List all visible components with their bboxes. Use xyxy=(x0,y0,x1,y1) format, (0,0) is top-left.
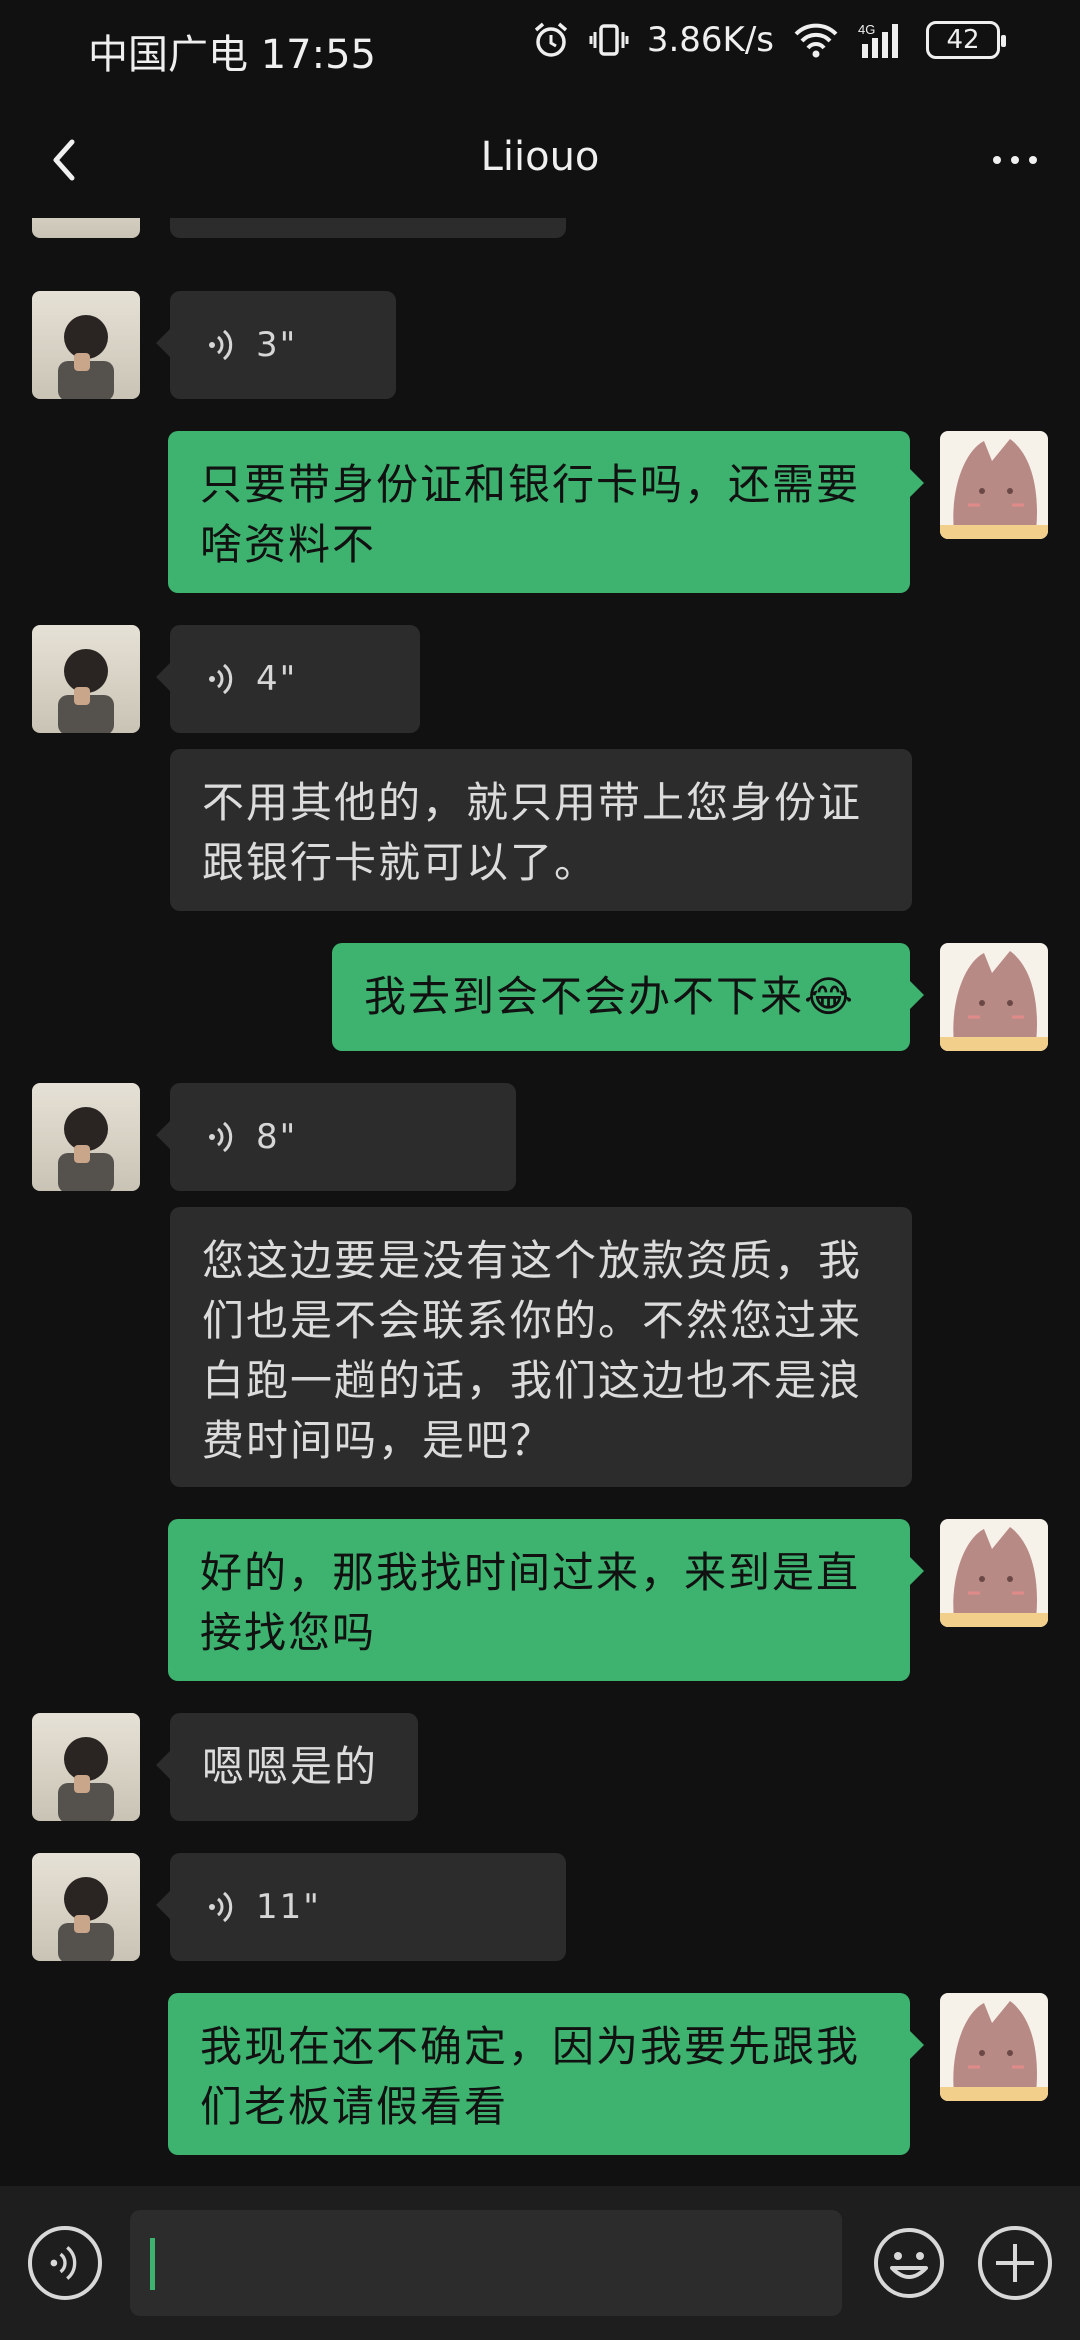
chat-header: Liiouo xyxy=(0,110,1080,210)
outgoing-message-bubble[interactable]: 我现在还不确定，因为我要先跟我们老板请假看看 xyxy=(168,1993,924,2155)
wifi-icon xyxy=(792,20,840,60)
contact-avatar[interactable] xyxy=(32,1713,140,1821)
voice-input-button[interactable] xyxy=(28,2226,102,2300)
my-avatar[interactable] xyxy=(940,1993,1048,2101)
incoming-message-bubble[interactable]: 嗯嗯是的 xyxy=(156,1713,418,1821)
emoji-icon xyxy=(874,2228,944,2298)
contact-avatar[interactable] xyxy=(32,1083,140,1191)
incoming-message-bubble[interactable]: 不用其他的，就只用带上您身份证跟银行卡就可以了。 xyxy=(170,749,912,911)
voice-duration: 3" xyxy=(256,325,298,365)
message-text: 我现在还不确定，因为我要先跟我们老板请假看看 xyxy=(200,2022,861,2131)
message-text: 好的，那我找时间过来，来到是直接找您吗 xyxy=(200,1548,861,1657)
voice-playback-icon xyxy=(209,663,233,695)
contact-avatar[interactable] xyxy=(32,291,140,399)
voice-message[interactable]: 4" xyxy=(156,625,420,733)
plus-icon xyxy=(996,2244,1034,2282)
message-text: 您这边要是没有这个放款资质，我们也是不会联系你的。不然您过来白跑一趟的话，我们这… xyxy=(202,1236,863,1465)
vibrate-icon xyxy=(589,20,629,60)
contact-avatar[interactable] xyxy=(32,1853,140,1961)
voice-playback-icon xyxy=(209,1121,233,1153)
more-dot xyxy=(993,156,1001,164)
message-text: 嗯嗯是的 xyxy=(202,1742,379,1791)
status-icons: 3.86K/s 4G 42 xyxy=(531,20,1006,60)
incoming-message-bubble[interactable]: 您这边要是没有这个放款资质，我们也是不会联系你的。不然您过来白跑一趟的话，我们这… xyxy=(170,1207,912,1487)
signal-icon: 4G xyxy=(858,20,908,60)
carrier-time: 中国广电 17:55 xyxy=(88,32,376,78)
chat-title: Liiouo xyxy=(480,134,600,180)
more-dot xyxy=(1011,156,1019,164)
net-speed: 3.86K/s xyxy=(646,20,774,60)
voice-message[interactable]: 3" xyxy=(156,291,396,399)
message-list[interactable]: 3" 只要带身份证和银行卡吗，还需要啥资料不 4" 不用其他的，就只用带上您身份… xyxy=(0,218,1080,2183)
partial-message-bubble xyxy=(170,218,566,238)
message-text: 只要带身份证和银行卡吗，还需要啥资料不 xyxy=(200,460,861,569)
voice-message[interactable]: 8" xyxy=(156,1083,516,1191)
voice-input-icon xyxy=(50,2246,77,2280)
more-button[interactable] xyxy=(980,130,1050,190)
more-dot xyxy=(1029,156,1037,164)
message-text: 不用其他的，就只用带上您身份证跟银行卡就可以了。 xyxy=(202,778,863,887)
outgoing-message-bubble[interactable]: 只要带身份证和银行卡吗，还需要啥资料不 xyxy=(168,431,924,593)
voice-playback-icon xyxy=(209,329,233,361)
contact-avatar[interactable] xyxy=(32,625,140,733)
message-text: 我去到会不会办不下来😂 xyxy=(364,972,856,1021)
outgoing-message-bubble[interactable]: 好的，那我找时间过来，来到是直接找您吗 xyxy=(168,1519,924,1681)
input-bar xyxy=(0,2186,1080,2340)
voice-playback-icon xyxy=(209,1891,233,1923)
voice-duration: 11" xyxy=(256,1887,321,1927)
alarm-icon xyxy=(531,20,571,60)
network-type: 4G xyxy=(858,22,875,37)
status-bar: 中国广电 17:55 3.86K/s 4G 42 xyxy=(0,0,1080,96)
text-caret xyxy=(150,2238,155,2290)
emoji-button[interactable] xyxy=(872,2226,946,2300)
voice-duration: 8" xyxy=(256,1117,298,1157)
my-avatar[interactable] xyxy=(940,943,1048,1051)
my-avatar[interactable] xyxy=(940,1519,1048,1627)
contact-avatar[interactable] xyxy=(32,218,140,238)
voice-message[interactable]: 11" xyxy=(156,1853,566,1961)
voice-duration: 4" xyxy=(256,659,298,699)
message-input[interactable] xyxy=(130,2210,842,2316)
battery-level: 42 xyxy=(946,25,980,55)
more-functions-button[interactable] xyxy=(978,2226,1052,2300)
outgoing-message-bubble[interactable]: 我去到会不会办不下来😂 xyxy=(332,943,924,1051)
battery-icon: 42 xyxy=(926,21,1006,59)
my-avatar[interactable] xyxy=(940,431,1048,539)
